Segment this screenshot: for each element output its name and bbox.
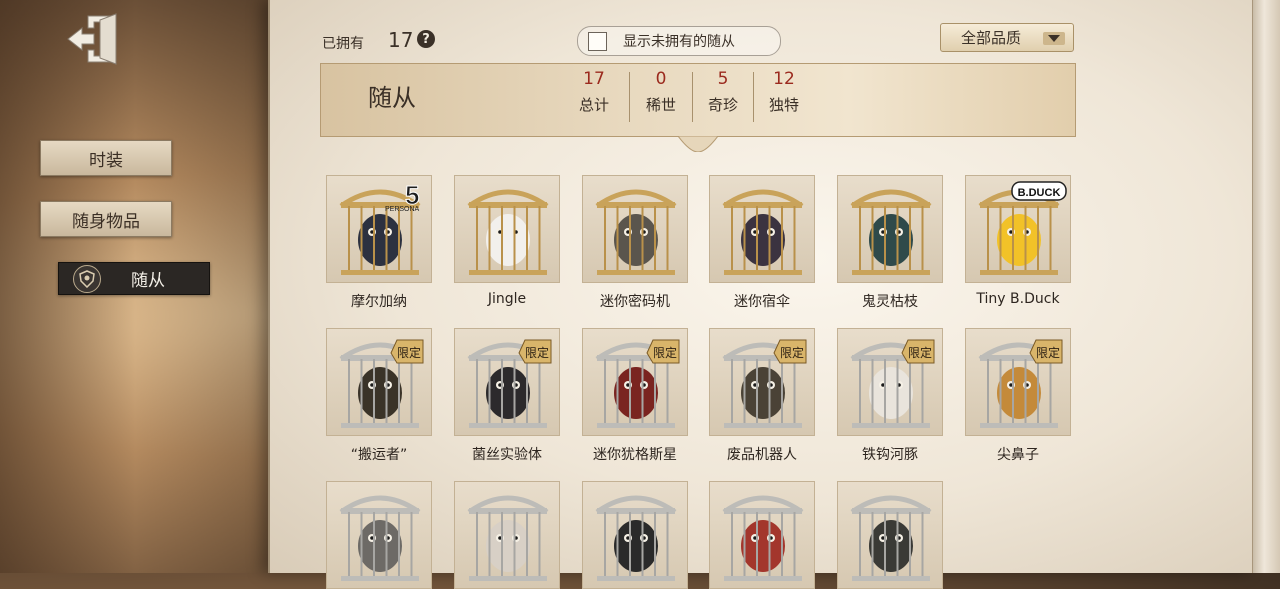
sidebar-item-label: 随从 [131,271,165,291]
pet-name: Tiny B.Duck [976,291,1060,307]
stat-label: 奇珍 [707,96,738,114]
sidebar-item-pets[interactable]: 随从 [58,262,210,295]
pet-item[interactable]: 迷你宿伞 [709,175,815,311]
stat-value: 5 [717,69,729,89]
stat-divider [629,72,630,122]
quality-filter-value: 全部品质 [961,29,1022,47]
pet-cage-icon [850,189,932,275]
pet-card [454,175,560,283]
svg-text:限定: 限定 [908,345,932,360]
pet-item[interactable]: 限定菌丝实验体 [454,328,560,464]
limited-badge: 限定 [387,337,427,369]
pet-card [837,175,943,283]
pet-item[interactable]: 限定尖鼻子 [965,328,1071,464]
stat-value: 0 [655,69,667,89]
sidebar-item-label: 随身物品 [72,211,140,232]
svg-text:限定: 限定 [397,345,421,360]
pet-item[interactable]: 迷你密码机 [582,175,688,311]
category-title: 随从 [368,84,416,112]
pet-card: 限定 [326,328,432,436]
pet-card: B.DUCK [965,175,1071,283]
pet-card: 限定 [454,328,560,436]
svg-text:限定: 限定 [653,345,677,360]
owned-label: 已拥有 [322,36,364,52]
pet-name: 菌丝实验体 [472,447,542,463]
pet-cage-icon [595,189,677,275]
stat-value: 12 [773,69,795,89]
pet-item[interactable]: 限定 “搬运者” [326,328,432,464]
pet-item[interactable]: B.DUCK Tiny B.Duck [965,175,1071,307]
chevron-down-icon [1043,32,1065,45]
stat-label: 独特 [768,96,799,114]
sidebar-item-costumes[interactable]: 时装 [40,140,172,176]
show-unowned-label: 显示未拥有的随从 [623,34,735,50]
pet-name: 迷你密码机 [600,294,670,310]
limited-badge: 限定 [898,337,938,369]
pet-name: 废品机器人 [727,447,797,463]
header-notch [678,136,718,152]
pet-name: 迷你犹格斯星 [593,447,677,463]
pet-name: 摩尔加纳 [351,294,407,310]
pet-card: 5 PERSONA [326,175,432,283]
svg-text:限定: 限定 [525,345,549,360]
pet-card: 限定 [709,328,815,436]
sidebar-item-accessories[interactable]: 随身物品 [40,201,172,237]
stat-label: 总计 [578,96,609,114]
pet-cage-icon [722,189,804,275]
pet-card: 限定 [965,328,1071,436]
pet-item[interactable]: 限定迷你犹格斯星 [582,328,688,464]
quality-filter-dropdown[interactable]: 全部品质 [940,23,1074,52]
pet-name: Jingle [487,291,527,307]
svg-text:限定: 限定 [1036,345,1060,360]
stat-value: 17 [583,69,605,89]
pet-card [709,175,815,283]
svg-text:B.DUCK: B.DUCK [1018,187,1061,199]
pet-item[interactable]: Jingle [454,175,560,307]
pet-item[interactable]: 限定废品机器人 [709,328,815,464]
show-unowned-checkbox[interactable] [588,31,607,51]
stat-exotic: 5 奇珍 [693,68,753,115]
svg-text:限定: 限定 [780,345,804,360]
limited-badge: 限定 [643,337,683,369]
limited-badge: 限定 [515,337,555,369]
stat-label: 稀世 [645,96,676,114]
pet-name: 铁钩河豚 [862,447,918,463]
crest-icon [73,264,101,293]
pet-card: 限定 [582,328,688,436]
pet-card [582,175,688,283]
stat-total: 17 总计 [564,68,624,115]
stat-rare: 0 稀世 [631,68,691,115]
exit-door-icon[interactable] [66,10,122,68]
pet-card: 限定 [837,328,943,436]
limited-badge: 限定 [1026,337,1066,369]
pet-name: 鬼灵枯枝 [862,294,918,310]
svg-text:PERSONA: PERSONA [385,206,420,213]
pet-name: 尖鼻子 [997,447,1039,463]
pet-name: “搬运者” [350,447,408,463]
panel-edge [1252,0,1280,573]
stat-unique: 12 独特 [754,68,814,115]
limited-badge: 限定 [770,337,810,369]
owned-count: 17 [388,28,414,52]
sidebar-item-label: 时装 [89,150,123,171]
pet-cage-icon [467,189,549,275]
pet-item[interactable]: 限定铁钩河豚 [837,328,943,464]
pet-name: 迷你宿伞 [734,294,790,310]
help-icon[interactable]: ? [417,30,435,48]
pet-item[interactable]: 鬼灵枯枝 [837,175,943,311]
show-unowned-toggle[interactable]: 显示未拥有的随从 [577,26,781,56]
persona-logo: 5 PERSONA [383,178,429,214]
pet-item[interactable]: 5 PERSONA 摩尔加纳 [326,175,432,311]
bduck-logo: B.DUCK [1010,180,1068,202]
